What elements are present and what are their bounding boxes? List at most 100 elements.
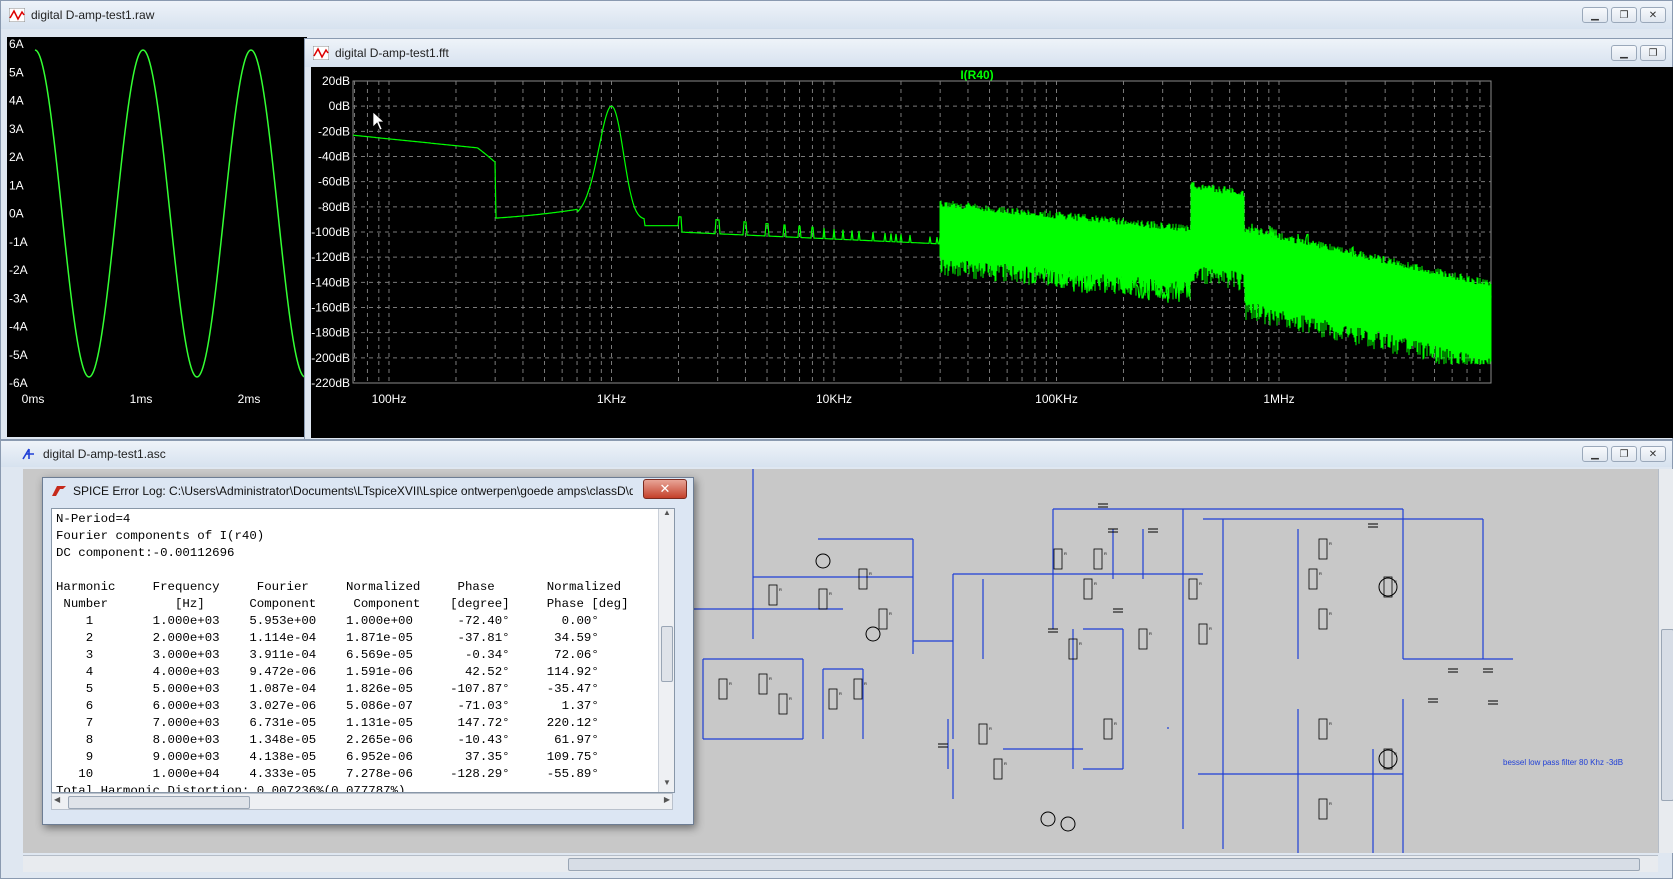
vscroll-thumb[interactable]	[1661, 629, 1673, 801]
schematic-component[interactable]: R	[1319, 609, 1332, 629]
schematic-component[interactable]: R	[829, 689, 842, 709]
close-icon[interactable]: ✕	[643, 479, 687, 499]
fft-window[interactable]: digital D-amp-test1.fft ▁ ❐ I(R40) 20dB 0…	[304, 38, 1673, 440]
mosfet-symbol[interactable]	[1379, 578, 1397, 596]
schematic-component[interactable]: R	[854, 679, 867, 699]
schematic-component[interactable]: R	[994, 759, 1007, 779]
schematic-window-title: digital D-amp-test1.asc	[43, 447, 166, 461]
waveform-icon	[9, 8, 25, 22]
hscroll-thumb[interactable]	[68, 796, 250, 809]
svg-text:R: R	[1329, 721, 1332, 726]
schematic-component[interactable]: R	[1384, 577, 1397, 597]
fft-y-tick: -180dB	[311, 326, 350, 340]
schematic-component[interactable]: R	[1069, 639, 1082, 659]
error-log-content: N-Period=4 Fourier components of I(r40) …	[52, 509, 674, 793]
schematic-icon	[21, 447, 37, 461]
fft-trace	[353, 106, 1491, 364]
fft-x-tick: 1MHz	[1263, 392, 1294, 406]
scroll-right-icon[interactable]: ▶	[664, 795, 670, 804]
schematic-component[interactable]: R	[1139, 629, 1152, 649]
schematic-component[interactable]: R	[879, 609, 892, 629]
voltage-source-symbol[interactable]	[816, 554, 830, 568]
schematic-component[interactable]: R	[979, 724, 992, 744]
fft-x-tick: 100KHz	[1035, 392, 1078, 406]
minimize-icon[interactable]: ▁	[1582, 7, 1608, 23]
voltage-source-symbol[interactable]	[866, 627, 880, 641]
scroll-left-icon[interactable]: ◀	[54, 795, 60, 804]
schematic-component[interactable]: R	[819, 589, 832, 609]
fft-y-tick: -220dB	[311, 376, 350, 390]
fft-x-tick: 1KHz	[597, 392, 626, 406]
svg-text:R: R	[1329, 541, 1332, 546]
maximize-icon[interactable]: ❐	[1611, 7, 1637, 23]
raw-plot-svg: 6A 5A 4A 3A 2A 1A 0A -1A -2A -3A -4A -5A -6A 0ms 1ms 2…	[7, 37, 307, 437]
schematic-component[interactable]: R	[779, 694, 792, 714]
schematic-component[interactable]: R	[1319, 799, 1332, 819]
svg-text:R: R	[1104, 551, 1107, 556]
schematic-component[interactable]: R	[1084, 579, 1097, 599]
error-log-hscrollbar[interactable]: ◀ ▶	[51, 793, 673, 810]
schematic-component[interactable]: R	[1189, 579, 1202, 599]
schematic-component[interactable]: R	[1384, 749, 1397, 769]
svg-text:R: R	[839, 691, 842, 696]
fft-trace-label[interactable]: I(R40)	[960, 68, 993, 82]
fft-plot-area[interactable]: I(R40) 20dB 0dB -20dB -40dB -60dB -80dB -100dB…	[311, 67, 1673, 438]
close-icon[interactable]: ✕	[1640, 7, 1666, 23]
minimize-icon[interactable]: ▁	[1611, 45, 1637, 61]
schematic-component[interactable]: R	[1319, 719, 1332, 739]
voltage-source-symbol[interactable]	[1061, 817, 1075, 831]
schematic-vscrollbar[interactable]	[1658, 469, 1673, 853]
fft-x-tick: 10KHz	[816, 392, 852, 406]
raw-y-tick: 6A	[9, 37, 24, 51]
fft-y-tick: -40dB	[318, 150, 350, 164]
raw-window-titlebar[interactable]: digital D-amp-test1.raw	[1, 1, 1672, 29]
schematic-component[interactable]: R	[1094, 549, 1107, 569]
error-log-text-area[interactable]: N-Period=4 Fourier components of I(r40) …	[51, 508, 675, 793]
raw-x-tick: 0ms	[22, 392, 45, 406]
hscroll-thumb[interactable]	[568, 858, 1640, 871]
schematic-hscrollbar[interactable]	[23, 855, 1658, 872]
close-icon[interactable]: ✕	[1640, 446, 1666, 462]
schematic-component[interactable]: R	[1319, 539, 1332, 559]
svg-text:R: R	[1004, 761, 1007, 766]
schematic-component[interactable]: R	[1104, 719, 1117, 739]
vscroll-thumb[interactable]	[661, 626, 673, 682]
svg-text:R: R	[1329, 611, 1332, 616]
raw-y-tick: 2A	[9, 150, 24, 164]
schematic-component[interactable]: R	[1309, 569, 1322, 589]
schematic-component[interactable]: R	[859, 569, 872, 589]
mosfet-symbol[interactable]	[1379, 750, 1397, 768]
scroll-down-icon[interactable]: ▼	[659, 778, 675, 792]
raw-window-title: digital D-amp-test1.raw	[31, 8, 154, 22]
svg-text:R: R	[989, 726, 992, 731]
error-log-titlebar[interactable]: SPICE Error Log: C:\Users\Administrator\…	[43, 478, 693, 504]
raw-y-tick: 5A	[9, 65, 24, 79]
raw-y-tick: -4A	[9, 320, 28, 334]
maximize-icon[interactable]: ❐	[1611, 446, 1637, 462]
schematic-component[interactable]: R	[1054, 549, 1067, 569]
svg-text:R: R	[729, 681, 732, 686]
schematic-window-titlebar[interactable]: digital D-amp-test1.asc	[1, 441, 1672, 467]
schematic-component[interactable]: R	[769, 585, 782, 605]
scroll-up-icon[interactable]: ▲	[659, 508, 675, 522]
fft-y-tick: -120dB	[311, 250, 350, 264]
fft-window-titlebar[interactable]: digital D-amp-test1.fft	[305, 39, 1672, 67]
error-log-vscrollbar[interactable]: ▲ ▼	[658, 508, 675, 792]
maximize-icon[interactable]: ❐	[1640, 45, 1666, 61]
schematic-component[interactable]: R	[719, 679, 732, 699]
svg-text:R: R	[1079, 641, 1082, 646]
raw-y-tick: -1A	[9, 235, 28, 249]
schematic-component[interactable]: R	[1199, 624, 1212, 644]
svg-text:R: R	[1329, 801, 1332, 806]
raw-plot-area[interactable]: 6A 5A 4A 3A 2A 1A 0A -1A -2A -3A -4A -5A -6A 0ms 1ms 2…	[7, 37, 307, 437]
fft-y-tick: -160dB	[311, 301, 350, 315]
fft-y-tick: -20dB	[318, 124, 350, 138]
fft-plot-svg: I(R40) 20dB 0dB -20dB -40dB -60dB -80dB -100dB…	[311, 67, 1673, 438]
fft-window-title: digital D-amp-test1.fft	[335, 46, 449, 60]
svg-text:R: R	[789, 696, 792, 701]
minimize-icon[interactable]: ▁	[1582, 446, 1608, 462]
spice-error-log-dialog[interactable]: SPICE Error Log: C:\Users\Administrator\…	[42, 477, 694, 825]
schematic-component[interactable]: R	[759, 674, 772, 694]
fft-x-tick: 100Hz	[372, 392, 407, 406]
voltage-source-symbol[interactable]	[1041, 812, 1055, 826]
